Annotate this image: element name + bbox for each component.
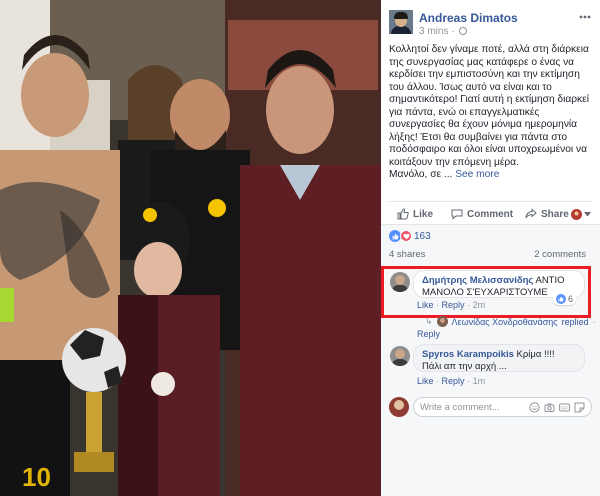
comments-count[interactable]: 2 comments xyxy=(534,249,586,260)
gif-icon[interactable]: GIF xyxy=(559,402,570,413)
post-time[interactable]: 3 mins xyxy=(419,26,448,37)
viewer-avatar xyxy=(389,397,409,417)
comment-like-link[interactable]: Like xyxy=(417,376,434,386)
comment-time[interactable]: 1m xyxy=(473,376,486,386)
post-meta: 3 mins · xyxy=(419,26,468,37)
comment-button[interactable]: Comment xyxy=(451,207,513,221)
comment-time[interactable]: 2m xyxy=(473,300,486,310)
shares-count[interactable]: 4 shares xyxy=(389,249,425,260)
emoji-icon[interactable] xyxy=(529,402,540,413)
author-avatar[interactable] xyxy=(389,10,413,34)
reaction-count: 163 xyxy=(414,230,431,242)
reactions-bar: 163 xyxy=(381,224,600,246)
chevron-down-icon xyxy=(584,211,591,217)
reply-summary[interactable]: ↳ Λεωνίδας Χονδροθανάσης replied · 1 xyxy=(425,316,600,327)
love-reaction-icon xyxy=(400,230,412,242)
comment-input-placeholder: Write a comment... xyxy=(420,402,500,413)
comment-composer: Write a comment... GIF xyxy=(389,397,592,417)
post-actions: Like Comment Share xyxy=(389,201,592,223)
comment-reply-link[interactable]: Reply xyxy=(442,376,465,386)
comment-reply-link[interactable]: Reply xyxy=(442,300,465,310)
svg-text:GIF: GIF xyxy=(561,406,569,411)
post-side-panel: Andreas Dimatos 3 mins · Κολλητοί δεν γί… xyxy=(381,0,600,496)
author-name[interactable]: Andreas Dimatos xyxy=(419,11,518,25)
sticker-icon[interactable] xyxy=(574,402,585,413)
commenter-avatar[interactable] xyxy=(390,272,410,292)
post-text: Κολλητοί δεν γίναμε ποτέ, αλλά στη διάρκ… xyxy=(389,44,595,182)
comment-actions: Like · Reply · 1m xyxy=(417,376,486,386)
share-arrow-icon xyxy=(525,208,537,220)
page-avatar-icon xyxy=(571,208,582,220)
jersey-number: 10 xyxy=(22,462,51,492)
reaction-summary[interactable]: 163 xyxy=(389,230,431,242)
comment-actions: Like · Reply · 2m xyxy=(417,300,486,310)
comment-like-count[interactable]: 6 xyxy=(553,293,577,305)
camera-icon[interactable] xyxy=(544,402,555,413)
reaction-selector[interactable] xyxy=(571,207,591,221)
like-button[interactable]: Like xyxy=(397,207,433,221)
thumbs-up-icon xyxy=(397,208,409,220)
post-header: Andreas Dimatos 3 mins · xyxy=(389,9,592,37)
like-reaction-icon xyxy=(556,294,566,304)
comment-author[interactable]: Spyros Karampoikis xyxy=(422,349,514,360)
replier-name[interactable]: Λεωνίδας Χονδροθανάσης xyxy=(452,317,558,327)
speech-bubble-icon xyxy=(451,208,463,220)
comment-bubble: Spyros Karampoikis Κρίμα !!!! Πάλι απ τη… xyxy=(413,344,585,372)
post-body-tail: Μανόλο, σε ... xyxy=(389,169,453,180)
comment-like-link[interactable]: Like xyxy=(417,300,434,310)
commenter-avatar[interactable] xyxy=(390,346,410,366)
replier-avatar xyxy=(436,316,448,327)
more-options-icon[interactable] xyxy=(578,11,592,23)
comment-author[interactable]: Δημήτρης Μελισσανίδης xyxy=(422,275,533,286)
composer-icons: GIF xyxy=(529,402,585,413)
photo-illustration: 10 xyxy=(0,0,381,496)
replied-label: replied xyxy=(561,316,589,327)
reply-arrow-icon: ↳ xyxy=(425,316,433,326)
engagement-counts: 4 shares 2 comments xyxy=(381,246,600,264)
post-body: Κολλητοί δεν γίναμε ποτέ, αλλά στη διάρκ… xyxy=(389,44,589,168)
post-photo[interactable]: 10 xyxy=(0,0,381,496)
see-more-link[interactable]: See more xyxy=(455,169,499,180)
globe-icon xyxy=(459,27,468,35)
comment-input[interactable]: Write a comment... GIF xyxy=(413,397,592,417)
share-button[interactable]: Share xyxy=(525,207,569,221)
reply-to-thread-link[interactable]: Reply xyxy=(417,329,440,339)
